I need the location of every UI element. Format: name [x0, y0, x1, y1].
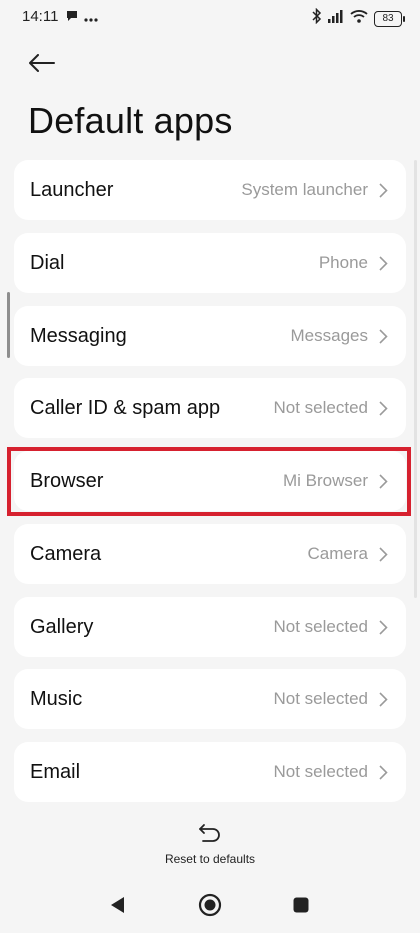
item-label: Camera [30, 542, 102, 565]
chevron-right-icon [378, 255, 388, 271]
item-value: Mi Browser [282, 471, 368, 490]
undo-icon [197, 822, 223, 846]
item-label: Caller ID & spam app [30, 396, 221, 419]
item-label: Browser [30, 469, 104, 492]
signal-icon [328, 9, 344, 28]
chat-bubble-icon [66, 9, 78, 27]
square-recents-icon [292, 896, 310, 919]
chevron-right-icon [378, 182, 388, 198]
item-value: Not selected [273, 689, 369, 708]
chevron-right-icon [378, 764, 388, 780]
item-value: Not selected [273, 398, 369, 417]
navigation-bar [0, 880, 420, 933]
nav-back-button[interactable] [103, 892, 133, 922]
scroll-indicator [7, 292, 10, 358]
chevron-right-icon [378, 400, 388, 416]
item-value: Camera [307, 544, 368, 563]
item-label: Music [30, 687, 83, 710]
list-item-dial[interactable]: Dial Phone [14, 233, 406, 293]
list-item-caller-id[interactable]: Caller ID & spam app Not selected [14, 378, 406, 438]
nav-recents-button[interactable] [286, 892, 316, 922]
item-label: Email [30, 760, 81, 783]
arrow-left-icon [29, 53, 55, 77]
scrollbar-track [414, 160, 417, 598]
home-circle-icon [198, 893, 222, 922]
nav-home-button[interactable] [195, 892, 225, 922]
item-value: Not selected [273, 617, 369, 636]
item-label: Gallery [30, 615, 94, 638]
chevron-right-icon [378, 473, 388, 489]
list-item-messaging[interactable]: Messaging Messages [14, 306, 406, 366]
status-time: 14:11 [22, 8, 59, 25]
list-item-launcher[interactable]: Launcher System launcher [14, 160, 406, 220]
wifi-icon [350, 9, 368, 28]
item-value: Phone [318, 253, 368, 272]
item-label: Messaging [30, 324, 127, 347]
list-item-browser[interactable]: Browser Mi Browser [14, 451, 406, 511]
list-item-gallery[interactable]: Gallery Not selected [14, 597, 406, 657]
chevron-right-icon [378, 546, 388, 562]
item-label: Launcher [30, 178, 114, 201]
bluetooth-icon [312, 7, 322, 29]
battery-icon: 83 [374, 10, 405, 27]
back-button[interactable] [22, 50, 62, 80]
reset-label: Reset to defaults [164, 852, 256, 866]
triangle-back-icon [110, 896, 126, 919]
item-value: System launcher [241, 180, 368, 199]
status-bar: 14:11 83 [0, 0, 420, 34]
item-label: Dial [30, 251, 65, 274]
list-item-email[interactable]: Email Not selected [14, 742, 406, 802]
item-value: Messages [290, 326, 368, 345]
list-item-camera[interactable]: Camera Camera [14, 524, 406, 584]
list-item-music[interactable]: Music Not selected [14, 669, 406, 729]
chevron-right-icon [378, 619, 388, 635]
chevron-right-icon [378, 328, 388, 344]
more-dots-icon [84, 9, 98, 27]
chevron-right-icon [378, 691, 388, 707]
reset-to-defaults-button[interactable]: Reset to defaults [150, 820, 270, 868]
page-title: Default apps [28, 100, 233, 141]
item-value: Not selected [273, 762, 369, 781]
